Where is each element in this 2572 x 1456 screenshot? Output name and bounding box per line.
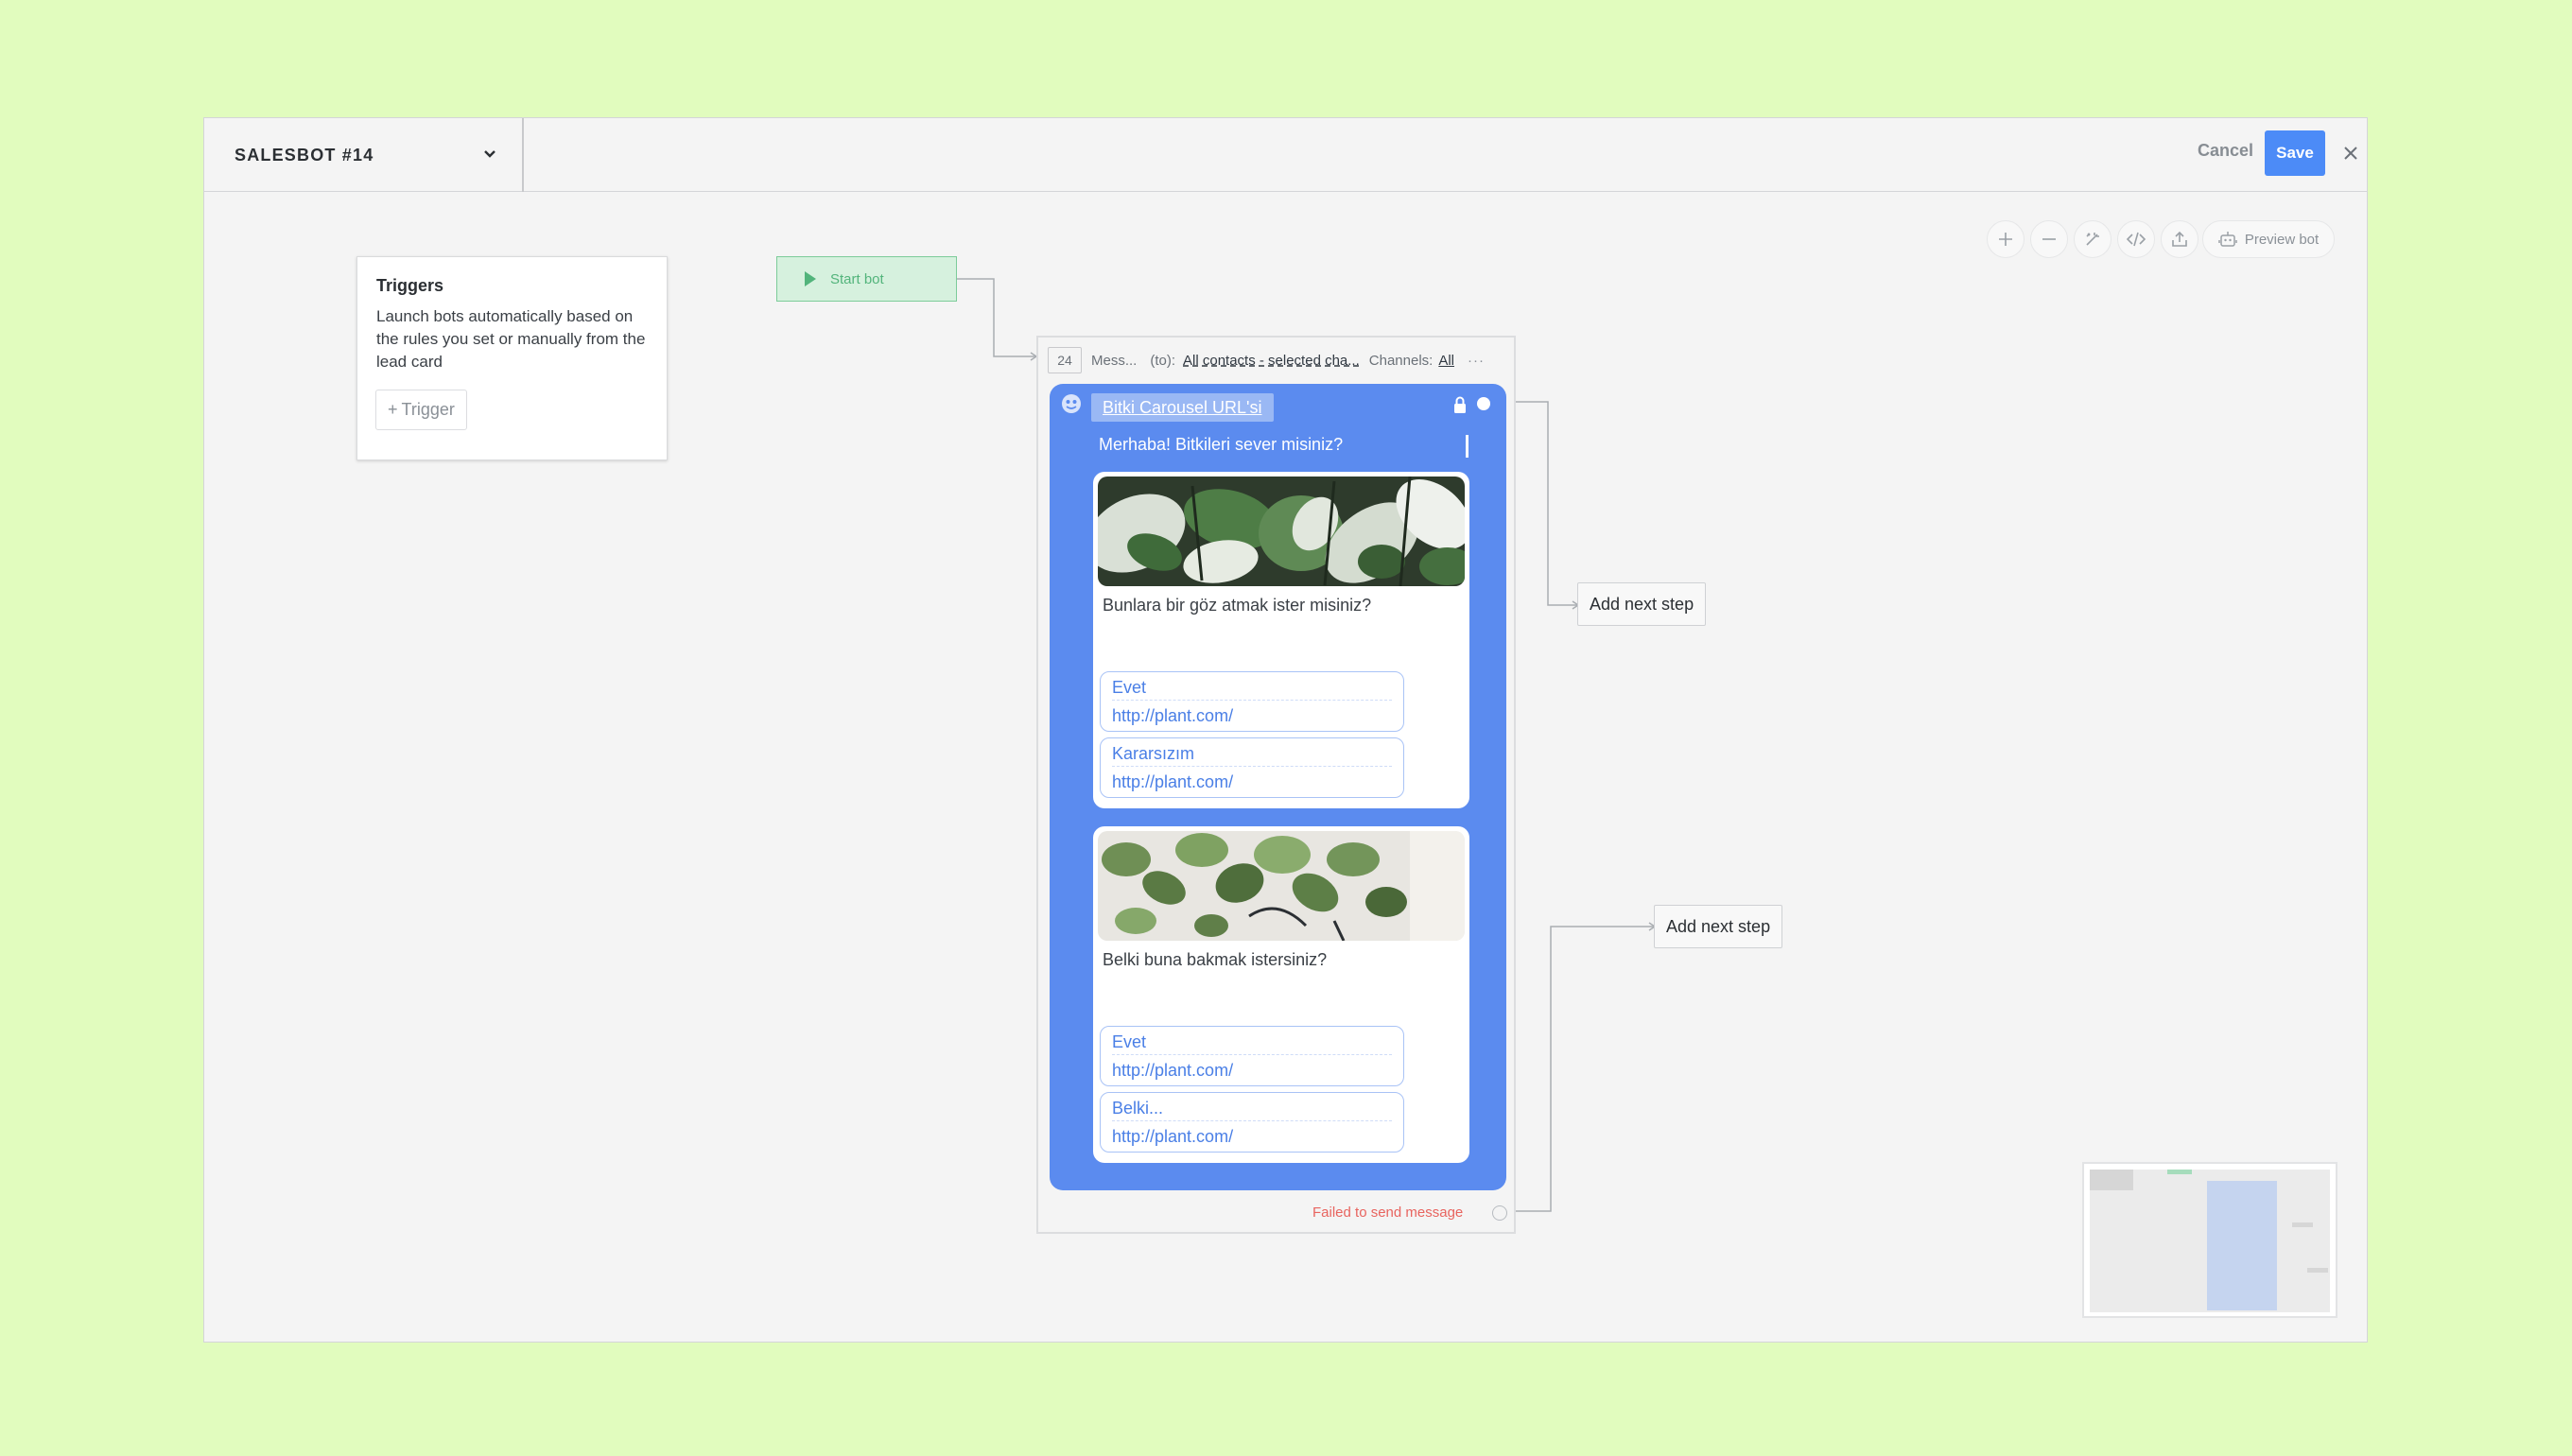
card-button[interactable]: Belki... http://plant.com/ xyxy=(1100,1092,1404,1153)
card-text[interactable]: Belki buna bakmak istersiniz? xyxy=(1103,950,1465,1026)
card-button-url: http://plant.com/ xyxy=(1112,706,1234,725)
recipients-selector[interactable]: All contacts - selected cha... xyxy=(1183,353,1360,369)
auto-layout-button[interactable] xyxy=(2074,220,2111,258)
minimap-start xyxy=(2167,1170,2192,1174)
triggers-description: Launch bots automatically based on the r… xyxy=(376,307,646,371)
bot-name: SALESBOT #14 xyxy=(235,145,374,165)
step-menu-button[interactable]: ··· xyxy=(1468,353,1485,369)
step-number: 24 xyxy=(1048,347,1082,373)
card-button-url: http://plant.com/ xyxy=(1112,1061,1234,1080)
editor-header: SALESBOT #14 Cancel Save xyxy=(204,118,2367,192)
step-header: 24 Mess... (to): All contacts - selected… xyxy=(1048,347,1502,373)
triggers-card: Triggers Launch bots automatically based… xyxy=(356,256,668,460)
add-trigger-button[interactable]: + Trigger xyxy=(375,390,467,430)
minimap-next-step xyxy=(2292,1222,2313,1227)
preview-bot-button[interactable]: Preview bot xyxy=(2202,220,2335,258)
minus-icon xyxy=(2042,238,2056,240)
message-text[interactable]: Merhaba! Bitkileri sever misiniz? xyxy=(1099,435,1343,455)
card-button[interactable]: Kararsızım http://plant.com/ xyxy=(1100,737,1404,798)
bot-avatar-icon xyxy=(1062,394,1081,413)
preview-bot-label: Preview bot xyxy=(2244,231,2320,248)
failed-to-send-label: Failed to send message xyxy=(1312,1205,1464,1221)
add-next-step-button[interactable]: Add next step xyxy=(1654,905,1783,948)
channels-selector[interactable]: All xyxy=(1438,353,1454,369)
minimap[interactable] xyxy=(2082,1162,2337,1318)
robot-icon xyxy=(2218,232,2237,247)
card-button-label: Belki... xyxy=(1112,1093,1392,1121)
card-text[interactable]: Bunlara bir göz atmak ister misiniz? xyxy=(1103,596,1465,671)
minimap-triggers xyxy=(2090,1170,2133,1190)
carousel-card-2: Belki buna bakmak istersiniz? Evet http:… xyxy=(1093,826,1469,1163)
plant-photo xyxy=(1098,477,1465,586)
triggers-title: Triggers xyxy=(376,276,444,295)
start-bot-node[interactable]: Start bot xyxy=(776,256,957,302)
to-label: (to): xyxy=(1150,352,1176,369)
card-button-url: http://plant.com/ xyxy=(1112,1127,1234,1146)
zoom-out-button[interactable] xyxy=(2030,220,2068,258)
start-bot-label: Start bot xyxy=(830,270,884,287)
message-bubble: Bitki Carousel URL'si Merhaba! Bitkileri… xyxy=(1050,384,1506,1190)
plus-icon: + xyxy=(388,400,398,419)
failure-connector-dot[interactable] xyxy=(1492,1205,1507,1221)
minimap-next-step xyxy=(2307,1268,2328,1273)
output-connector-dot[interactable] xyxy=(1477,397,1490,410)
card-button[interactable]: Evet http://plant.com/ xyxy=(1100,671,1404,732)
export-button[interactable] xyxy=(2161,220,2198,258)
save-button[interactable]: Save xyxy=(2265,130,2325,176)
code-button[interactable] xyxy=(2117,220,2155,258)
message-name-link[interactable]: Bitki Carousel URL'si xyxy=(1091,393,1274,422)
text-cursor xyxy=(1466,435,1468,458)
chevron-down-icon xyxy=(484,150,495,158)
code-icon xyxy=(2126,232,2146,247)
zoom-in-button[interactable] xyxy=(1987,220,2025,258)
bot-selector[interactable]: SALESBOT #14 xyxy=(204,118,524,192)
play-icon xyxy=(805,271,816,286)
plant-photo xyxy=(1098,831,1465,941)
channels-label: Channels: xyxy=(1368,352,1434,369)
card-button-url: http://plant.com/ xyxy=(1112,772,1234,791)
carousel-card-1: Bunlara bir göz atmak ister misiniz? Eve… xyxy=(1093,472,1469,808)
plus-icon xyxy=(1999,233,2012,246)
salesbot-editor: SALESBOT #14 Cancel Save Preview bot Tri… xyxy=(203,117,2368,1343)
pothos-plant-image xyxy=(1098,831,1465,941)
upload-icon xyxy=(2172,231,2187,247)
card-button[interactable]: Evet http://plant.com/ xyxy=(1100,1026,1404,1086)
minimap-viewport xyxy=(2090,1170,2330,1312)
magic-wand-icon xyxy=(2086,233,2099,246)
step-type: Mess... xyxy=(1091,352,1138,369)
message-step: 24 Mess... (to): All contacts - selected… xyxy=(1036,336,1516,1234)
lock-icon[interactable] xyxy=(1452,395,1468,414)
add-trigger-label: Trigger xyxy=(401,400,455,419)
add-next-step-button[interactable]: Add next step xyxy=(1577,582,1707,626)
monstera-plant-image xyxy=(1098,477,1465,586)
minimap-message xyxy=(2207,1181,2277,1310)
card-button-label: Evet xyxy=(1112,1027,1392,1055)
card-button-label: Kararsızım xyxy=(1112,738,1392,767)
close-icon[interactable] xyxy=(2342,145,2359,162)
cancel-button[interactable]: Cancel xyxy=(2198,141,2253,161)
card-button-label: Evet xyxy=(1112,672,1392,701)
